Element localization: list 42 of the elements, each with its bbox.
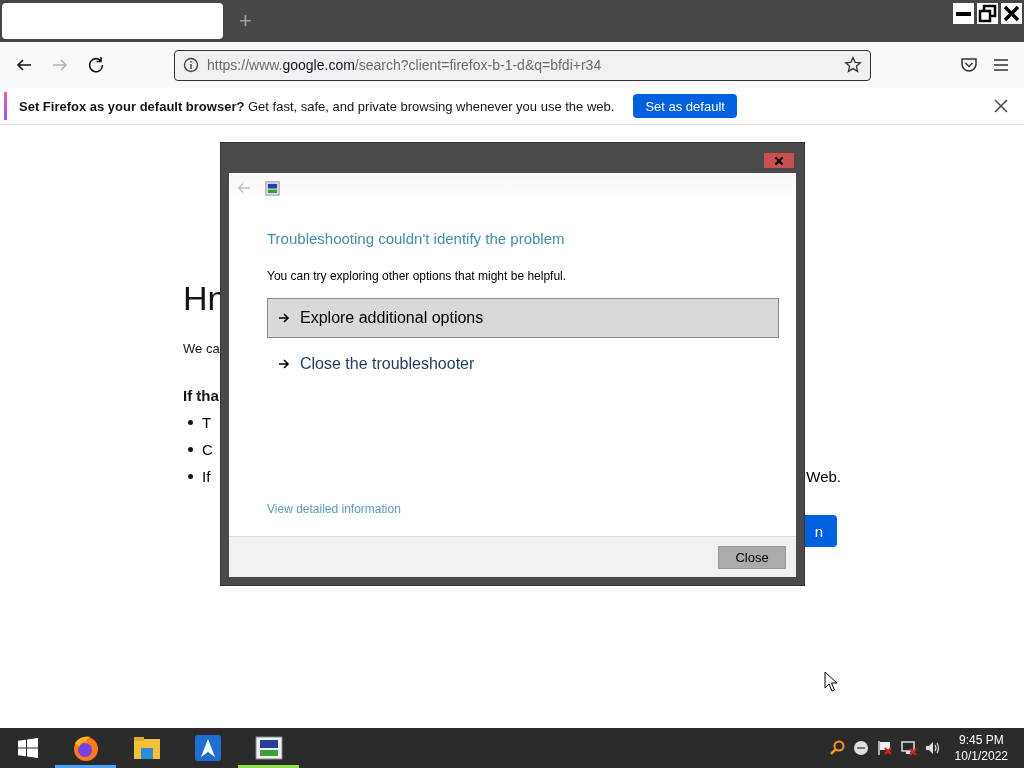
reload-icon[interactable] bbox=[87, 56, 105, 74]
dialog-heading: Troubleshooting couldn't identify the problem bbox=[267, 230, 566, 247]
close-icon bbox=[774, 155, 784, 166]
close-button[interactable] bbox=[764, 153, 794, 168]
list-item: C bbox=[202, 440, 213, 458]
dialog-text: You can try exploring other options that might be helpful. bbox=[267, 269, 568, 283]
arrow-icon bbox=[278, 358, 290, 370]
close-button[interactable]: Close bbox=[718, 545, 786, 569]
speaker-icon[interactable] bbox=[924, 740, 941, 756]
notification-message: Set Firefox as your default browser? Get fast, safe, and private browsing whenever you use the web. bbox=[19, 98, 615, 114]
list-item: If bbox=[202, 467, 211, 485]
close-icon[interactable] bbox=[1001, 3, 1022, 24]
restore-icon[interactable] bbox=[977, 3, 998, 24]
search-icon[interactable] bbox=[828, 740, 845, 756]
pocket-icon[interactable] bbox=[960, 56, 978, 74]
minimize-icon[interactable] bbox=[953, 3, 974, 24]
new-tab-button[interactable]: + bbox=[239, 8, 252, 34]
close-icon[interactable] bbox=[994, 99, 1008, 113]
page-text: We ca bbox=[183, 341, 221, 357]
troubleshooter-icon bbox=[265, 180, 280, 196]
network-icon[interactable] bbox=[900, 740, 917, 756]
set-default-button[interactable]: Set as default bbox=[633, 94, 737, 118]
list-item: T bbox=[202, 413, 212, 431]
flag-icon[interactable] bbox=[876, 740, 893, 756]
troubleshooter-icon[interactable] bbox=[253, 733, 284, 763]
windows-icon[interactable] bbox=[17, 738, 38, 758]
star-icon[interactable] bbox=[844, 56, 862, 74]
list-item-text: Web. bbox=[806, 467, 841, 485]
clock-date[interactable]: 10/1/2022 bbox=[954, 748, 1008, 764]
cursor-icon bbox=[824, 671, 838, 692]
bullet-icon bbox=[188, 473, 193, 479]
letter-a-icon[interactable] bbox=[192, 733, 223, 763]
bullet-icon bbox=[188, 446, 193, 452]
option-link[interactable]: Explore additional options bbox=[267, 298, 779, 338]
bullet-icon bbox=[188, 419, 193, 425]
page-text: If tha bbox=[183, 387, 220, 405]
menu-icon[interactable] bbox=[992, 56, 1010, 74]
url-field[interactable]: https://www.google.com/search?client=firefox-b-1-d&q=bfdi+r34 bbox=[174, 49, 871, 81]
arrow-icon bbox=[278, 312, 290, 324]
clock-time[interactable]: 9:45 PM bbox=[958, 732, 1004, 748]
info-icon[interactable] bbox=[183, 57, 199, 73]
option-link[interactable]: Close the troubleshooter bbox=[267, 344, 779, 384]
